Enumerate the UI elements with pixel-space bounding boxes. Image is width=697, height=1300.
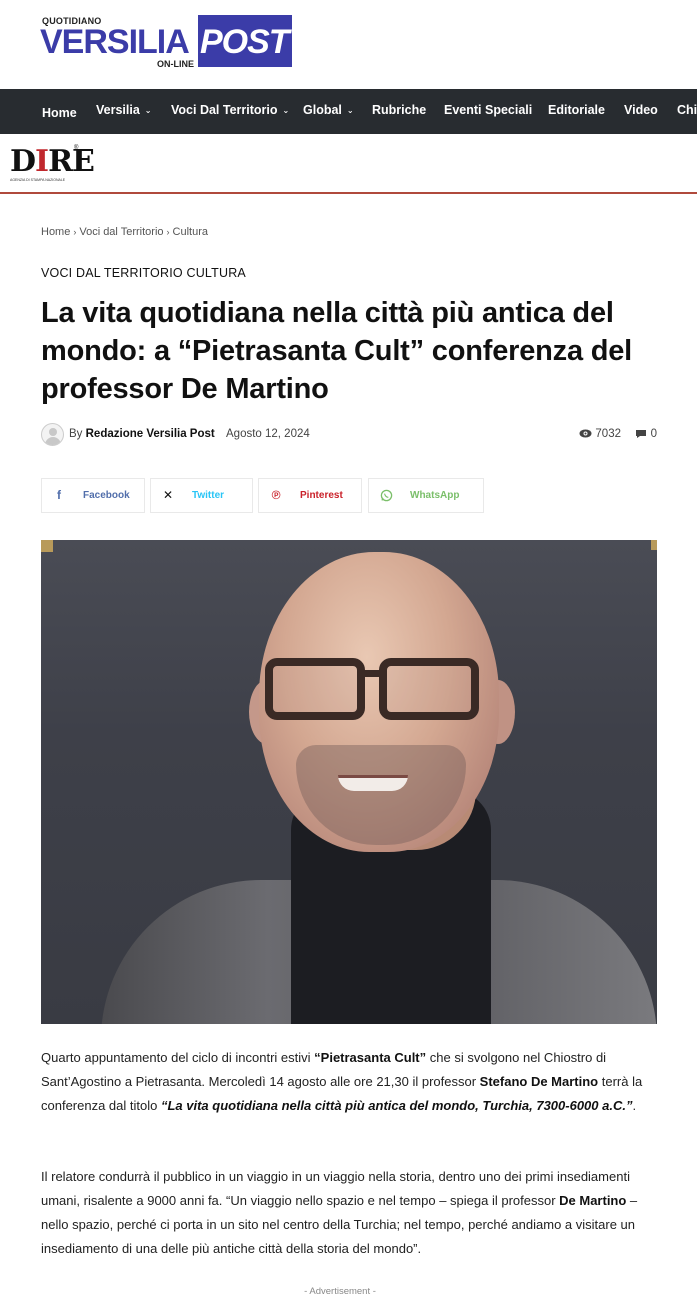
nav-item-voci-dal-territorio[interactable]: Voci Dal Territorio ⌄ bbox=[171, 89, 289, 134]
nav-item-chi[interactable]: Chi bbox=[677, 89, 697, 134]
chevron-right-icon: › bbox=[73, 227, 77, 237]
nav-label: Versilia bbox=[96, 103, 140, 117]
nav-item-rubriche[interactable]: Rubriche bbox=[372, 89, 426, 134]
share-label: Facebook bbox=[83, 490, 130, 501]
nav-label: Voci Dal Territorio bbox=[171, 103, 278, 117]
eye-icon bbox=[579, 429, 592, 438]
text-segment: . bbox=[632, 1098, 637, 1113]
dire-registered-mark: ® bbox=[74, 145, 79, 151]
text-segment: Quarto appuntamento del ciclo di incontr… bbox=[41, 1050, 315, 1065]
by-label: By bbox=[69, 428, 83, 440]
comment-count[interactable]: 0 bbox=[635, 428, 657, 440]
breadcrumb: Home › Voci dal Territorio › Cultura bbox=[41, 226, 208, 238]
dire-logo[interactable]: DIRE ® AGENZIA DI STAMPA NAZIONALE bbox=[10, 144, 95, 186]
pinterest-icon: ℗ bbox=[271, 488, 281, 502]
view-count-value: 7032 bbox=[595, 428, 621, 440]
nav-item-home[interactable]: Home bbox=[42, 92, 77, 134]
facebook-icon: f bbox=[57, 488, 61, 502]
logo-main-text: VERSILIA bbox=[40, 23, 190, 61]
emphasized-text: “La vita quotidiana nella città più anti… bbox=[160, 1098, 633, 1113]
emphasized-text: Stefano De Martino bbox=[479, 1074, 599, 1089]
photo-glasses-bridge bbox=[361, 670, 383, 677]
logo-bottom-text: ON-LINE bbox=[157, 59, 194, 69]
site-logo[interactable]: QUOTIDIANO VERSILIA POST ON-LINE bbox=[40, 14, 292, 70]
nav-item-global[interactable]: Global ⌄ bbox=[303, 89, 354, 134]
breadcrumb-home[interactable]: Home bbox=[41, 226, 70, 238]
photo-glasses-lens bbox=[379, 658, 479, 720]
emphasized-text: De Martino bbox=[559, 1193, 627, 1208]
view-count: 7032 bbox=[579, 428, 621, 440]
share-twitter-button[interactable]: ✕ Twitter bbox=[150, 478, 253, 513]
article-meta: By Redazione Versilia Post Agosto 12, 20… bbox=[41, 423, 657, 447]
nav-item-video[interactable]: Video bbox=[624, 89, 658, 134]
author-link[interactable]: Redazione Versilia Post bbox=[86, 428, 215, 440]
article-paragraph-1: Quarto appuntamento del ciclo di incontr… bbox=[41, 1046, 657, 1118]
chevron-down-icon: ⌄ bbox=[346, 106, 354, 115]
category-labels[interactable]: VOCI DAL TERRITORIO CULTURA bbox=[41, 266, 246, 280]
whatsapp-icon bbox=[369, 479, 403, 512]
nav-item-eventi-speciali[interactable]: Eventi Speciali bbox=[444, 89, 532, 134]
breadcrumb-cultura[interactable]: Cultura bbox=[173, 226, 208, 238]
nav-label: Eventi Speciali bbox=[444, 103, 533, 117]
byline: By Redazione Versilia Post bbox=[69, 428, 215, 440]
divider bbox=[0, 192, 697, 194]
nav-label: Global bbox=[303, 103, 342, 117]
chevron-down-icon: ⌄ bbox=[282, 106, 290, 115]
dire-logo-text: DIRE bbox=[10, 144, 95, 179]
nav-item-editoriale[interactable]: Editoriale bbox=[548, 89, 605, 134]
text-segment: Il relatore condurrà il pubblico in un v… bbox=[41, 1169, 630, 1208]
chevron-down-icon: ⌄ bbox=[144, 106, 152, 115]
avatar-head bbox=[49, 428, 57, 436]
featured-image[interactable] bbox=[41, 540, 657, 1024]
share-label: WhatsApp bbox=[410, 490, 460, 501]
nav-item-versilia[interactable]: Versilia ⌄ bbox=[96, 89, 152, 134]
photo-smile bbox=[338, 775, 408, 791]
share-whatsapp-button[interactable]: WhatsApp bbox=[368, 478, 484, 513]
share-label: Twitter bbox=[192, 490, 225, 501]
nav-label: Chi bbox=[677, 103, 697, 117]
logo-accent-text: POST bbox=[200, 23, 290, 61]
photo-border-corner bbox=[41, 540, 53, 552]
nav-label: Home bbox=[42, 106, 77, 120]
breadcrumb-voci-dal-territorio[interactable]: Voci dal Territorio bbox=[79, 226, 163, 238]
nav-label: Editoriale bbox=[548, 103, 605, 117]
publish-date: Agosto 12, 2024 bbox=[226, 428, 310, 440]
share-facebook-button[interactable]: f Facebook bbox=[41, 478, 145, 513]
chevron-right-icon: › bbox=[166, 227, 170, 237]
photo-border-corner bbox=[651, 540, 657, 550]
comment-count-value: 0 bbox=[650, 428, 657, 440]
avatar-body bbox=[45, 437, 61, 445]
photo-glasses-lens bbox=[265, 658, 365, 720]
comment-icon bbox=[635, 429, 646, 438]
nav-label: Video bbox=[624, 103, 658, 117]
nav-label: Rubriche bbox=[372, 103, 427, 117]
article-paragraph-2: Il relatore condurrà il pubblico in un v… bbox=[41, 1165, 657, 1261]
emphasized-text: “Pietrasanta Cult” bbox=[314, 1050, 427, 1065]
advertisement-label: - Advertisement - bbox=[304, 1286, 376, 1297]
x-icon: ✕ bbox=[162, 488, 174, 502]
dire-tagline: AGENZIA DI STAMPA NAZIONALE bbox=[10, 178, 66, 182]
share-label: Pinterest bbox=[300, 490, 343, 501]
share-pinterest-button[interactable]: ℗ Pinterest bbox=[258, 478, 362, 513]
avatar[interactable] bbox=[41, 423, 64, 446]
main-nav: Home Versilia ⌄ Voci Dal Territorio ⌄ Glob… bbox=[0, 89, 697, 134]
article-title: La vita quotidiana nella città più antic… bbox=[41, 297, 633, 405]
